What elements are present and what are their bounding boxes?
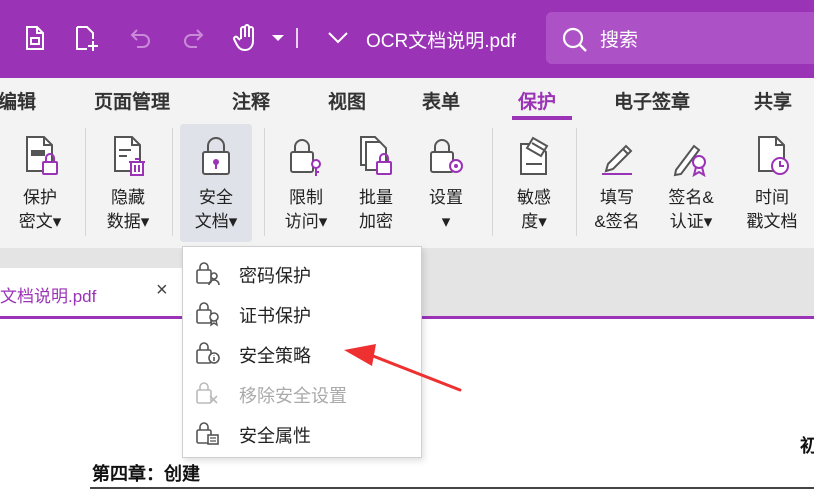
title-bar: OCR文档说明.pdf 搜索 — [0, 0, 814, 78]
sensitivity-button[interactable]: 敏感度▾ — [500, 124, 568, 242]
batch-encrypt-label-1: 批量 — [359, 188, 393, 207]
redo-icon[interactable] — [178, 22, 210, 54]
protect-encrypt-button[interactable]: 保护密文▾ — [6, 124, 74, 242]
menu-item-password-protect[interactable]: 密码保护 — [183, 253, 421, 293]
tab-page-management[interactable]: 页面管理 — [94, 87, 170, 114]
key-lock-icon — [290, 139, 321, 176]
hide-data-label-2: 数据▾ — [106, 212, 150, 231]
menu-item-label: 安全属性 — [239, 426, 311, 446]
menu-bar: 编辑 页面管理 注释 视图 表单 保护 电子签章 共享 — [0, 78, 814, 120]
security-settings-label-2: ▾ — [441, 212, 451, 231]
document-tab[interactable]: 文档说明.pdf × — [0, 268, 183, 316]
tab-share[interactable]: 共享 — [754, 87, 792, 114]
sign-certify-label-2: 认证▾ — [669, 212, 713, 231]
tab-edit[interactable]: 编辑 — [0, 87, 36, 114]
tab-form[interactable]: 表单 — [422, 87, 460, 114]
heading-underline — [90, 487, 814, 489]
tab-annotate[interactable]: 注释 — [232, 87, 270, 114]
secure-document-button[interactable]: 安全文档▾ — [180, 124, 252, 242]
document-edge-text: 初 — [800, 436, 814, 456]
lock-certificate-icon — [196, 302, 219, 327]
search-label: 搜索 — [600, 30, 639, 51]
document-title: OCR文档说明.pdf — [366, 31, 516, 52]
sensitivity-label-2: 度▾ — [521, 212, 547, 231]
trash-document-icon — [114, 136, 145, 176]
tab-view[interactable]: 视图 — [328, 87, 366, 114]
menu-item-certificate-protect[interactable]: 证书保护 — [183, 293, 421, 333]
file-add-icon[interactable] — [70, 22, 102, 54]
hide-data-label-1: 隐藏 — [111, 188, 145, 207]
sensitivity-tag-icon — [520, 136, 549, 175]
security-settings-button[interactable]: 设置 ▾ — [412, 124, 480, 242]
tab-protect[interactable]: 保护 — [518, 87, 556, 114]
fill-sign-label-2: &签名 — [594, 212, 640, 231]
lock-gear-icon — [430, 139, 463, 173]
menu-item-label: 证书保护 — [239, 306, 311, 326]
fill-sign-label-1: 填写 — [600, 188, 634, 207]
ribbon-separator — [85, 128, 86, 236]
file-new-icon[interactable] — [18, 22, 50, 54]
undo-icon[interactable] — [124, 22, 156, 54]
sensitivity-label-1: 敏感 — [517, 188, 551, 207]
sign-certify-label-1: 签名& — [668, 188, 714, 207]
lock-document-icon — [26, 136, 58, 175]
toolbar-separator — [296, 28, 298, 48]
fill-sign-button[interactable]: 填写 &签名 — [582, 124, 652, 242]
quick-access-chevron-icon[interactable] — [322, 22, 354, 54]
batch-encrypt-button[interactable]: 批量 加密 — [342, 124, 410, 242]
lock-remove-icon — [196, 382, 218, 404]
padlock-icon — [202, 137, 230, 175]
protect-encrypt-label-2: 密文▾ — [18, 212, 62, 231]
menu-item-security-properties[interactable]: 安全属性 — [183, 413, 421, 453]
pen-sign-icon — [602, 144, 633, 175]
lock-properties-icon — [196, 422, 219, 445]
hand-tool-icon[interactable] — [230, 22, 262, 54]
menu-item-label: 安全策略 — [239, 346, 311, 366]
secure-document-label-1: 安全 — [199, 188, 233, 207]
restrict-access-button[interactable]: 限制访问▾ — [272, 124, 340, 242]
timestamp-button[interactable]: 时间 戳文档 — [734, 124, 810, 242]
search-box[interactable]: 搜索 — [546, 12, 814, 64]
ribbon-separator — [492, 128, 493, 236]
timestamp-label-2: 戳文档 — [746, 212, 798, 231]
ribbon-separator — [172, 128, 173, 236]
restrict-access-label-1: 限制 — [289, 188, 323, 207]
menu-item-label: 密码保护 — [239, 266, 311, 286]
clock-document-icon — [758, 136, 789, 175]
search-icon — [562, 27, 587, 52]
menu-item-label: 移除安全设置 — [239, 386, 347, 406]
chapter-heading: 第四章：创建 — [92, 464, 200, 484]
hide-data-button[interactable]: 隐藏数据▾ — [94, 124, 162, 242]
dropdown-chevron-icon[interactable] — [262, 22, 294, 54]
secure-document-label-2: 文档▾ — [194, 212, 238, 231]
batch-lock-icon — [360, 136, 392, 175]
security-settings-label-1: 设置 — [429, 188, 463, 207]
timestamp-label-1: 时间 — [755, 188, 789, 207]
certificate-pen-icon — [673, 144, 706, 178]
restrict-access-label-2: 访问▾ — [284, 212, 328, 231]
annotation-arrow — [344, 344, 462, 392]
document-tab-label: 文档说明.pdf — [0, 287, 97, 306]
close-tab-icon[interactable]: × — [156, 279, 168, 302]
ribbon-separator — [576, 128, 577, 236]
ribbon-separator — [264, 128, 265, 236]
lock-user-icon — [196, 262, 220, 286]
batch-encrypt-label-2: 加密 — [359, 212, 393, 231]
sign-certify-button[interactable]: 签名& 认证▾ — [656, 124, 726, 242]
protect-encrypt-label-1: 保护 — [23, 188, 57, 207]
tab-e-seal[interactable]: 电子签章 — [614, 87, 690, 114]
lock-info-icon — [196, 342, 220, 364]
